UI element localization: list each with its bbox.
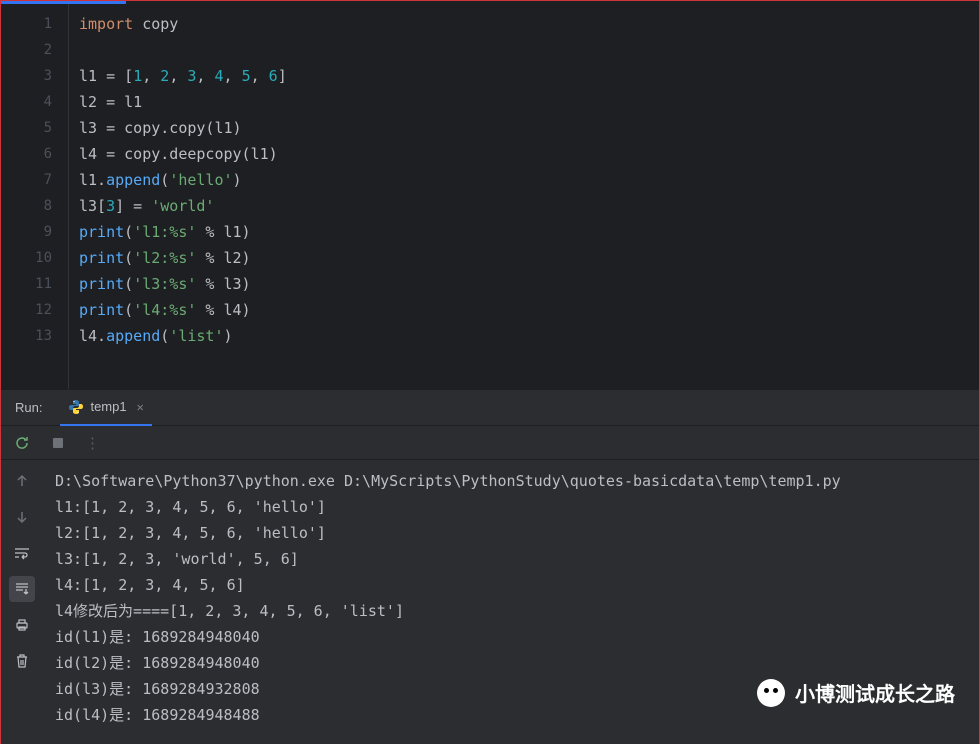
output-line: l3:[1, 2, 3, 'world', 5, 6] [55, 546, 967, 572]
code-line[interactable]: import copy [79, 11, 979, 37]
line-number: 5 [1, 115, 52, 141]
line-number: 9 [1, 219, 52, 245]
output-line: l4:[1, 2, 3, 4, 5, 6] [55, 572, 967, 598]
output-line: l4修改后为====[1, 2, 3, 4, 5, 6, 'list'] [55, 598, 967, 624]
line-number: 13 [1, 323, 52, 349]
code-line[interactable]: print('l1:%s' % l1) [79, 219, 979, 245]
python-file-icon [68, 399, 84, 415]
line-number-gutter: 12345678910111213 [1, 1, 69, 389]
down-arrow-icon[interactable] [9, 504, 35, 530]
run-sidebar [1, 460, 43, 744]
code-line[interactable]: l2 = l1 [79, 89, 979, 115]
line-number: 3 [1, 63, 52, 89]
watermark: 小博测试成长之路 [757, 678, 955, 707]
run-label: Run: [15, 400, 42, 415]
code-line[interactable]: l4.append('list') [79, 323, 979, 349]
line-number: 10 [1, 245, 52, 271]
code-line[interactable]: print('l3:%s' % l3) [79, 271, 979, 297]
output-line: l1:[1, 2, 3, 4, 5, 6, 'hello'] [55, 494, 967, 520]
code-line[interactable]: print('l2:%s' % l2) [79, 245, 979, 271]
rerun-icon[interactable] [13, 434, 31, 452]
line-number: 12 [1, 297, 52, 323]
code-editor[interactable]: 12345678910111213 import copyl1 = [1, 2,… [1, 1, 979, 389]
trash-icon[interactable] [9, 648, 35, 674]
output-line: id(l2)是: 1689284948040 [55, 650, 967, 676]
run-file-name: temp1 [90, 399, 126, 414]
print-icon[interactable] [9, 612, 35, 638]
output-line: D:\Software\Python37\python.exe D:\MyScr… [55, 468, 967, 494]
run-file-tab[interactable]: temp1 ✕ [60, 390, 151, 426]
line-number: 7 [1, 167, 52, 193]
code-line[interactable]: l3[3] = 'world' [79, 193, 979, 219]
code-line[interactable]: l4 = copy.deepcopy(l1) [79, 141, 979, 167]
code-line[interactable]: l1.append('hello') [79, 167, 979, 193]
line-number: 4 [1, 89, 52, 115]
up-arrow-icon[interactable] [9, 468, 35, 494]
watermark-text: 小博测试成长之路 [795, 678, 955, 707]
line-number: 6 [1, 141, 52, 167]
output-line: l2:[1, 2, 3, 4, 5, 6, 'hello'] [55, 520, 967, 546]
active-tab-indicator [1, 1, 126, 4]
wechat-icon [757, 679, 785, 707]
run-tabs-bar: Run: temp1 ✕ [1, 390, 979, 426]
soft-wrap-icon[interactable] [9, 540, 35, 566]
run-toolbar: ⋮ [1, 426, 979, 460]
code-line[interactable]: l3 = copy.copy(l1) [79, 115, 979, 141]
scroll-to-end-icon[interactable] [9, 576, 35, 602]
stop-icon[interactable] [49, 434, 67, 452]
line-number: 2 [1, 37, 52, 63]
code-line[interactable]: l1 = [1, 2, 3, 4, 5, 6] [79, 63, 979, 89]
separator: ⋮ [85, 434, 100, 452]
code-content[interactable]: import copy l1 = [1, 2, 3, 4, 5, 6]l2 = l… [69, 1, 979, 389]
code-line[interactable]: print('l4:%s' % l4) [79, 297, 979, 323]
code-line[interactable] [79, 37, 979, 63]
line-number: 1 [1, 11, 52, 37]
close-icon[interactable]: ✕ [137, 400, 144, 414]
line-number: 8 [1, 193, 52, 219]
line-number: 11 [1, 271, 52, 297]
output-line: id(l1)是: 1689284948040 [55, 624, 967, 650]
